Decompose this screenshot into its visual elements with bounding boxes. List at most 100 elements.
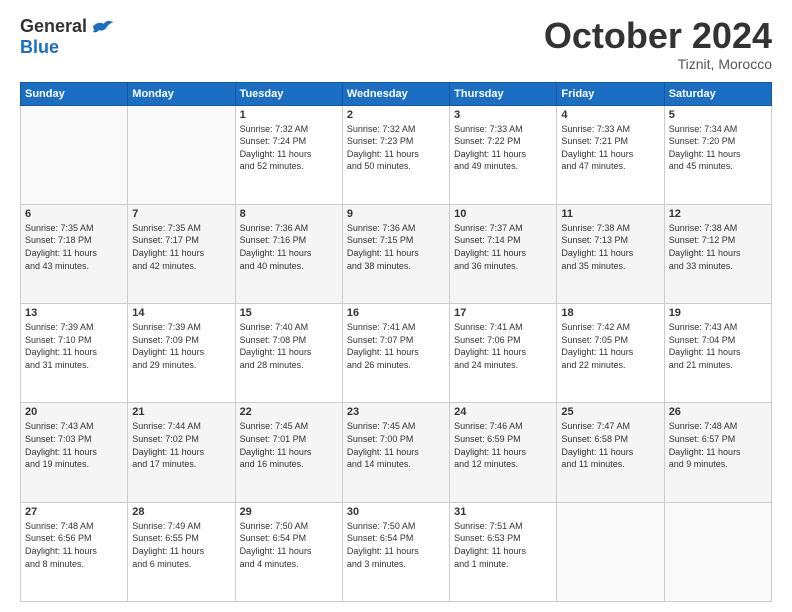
day-info: Sunrise: 7:35 AM Sunset: 7:18 PM Dayligh… bbox=[25, 222, 123, 272]
day-number: 24 bbox=[454, 406, 552, 418]
week-row-5: 27 Sunrise: 7:48 AM Sunset: 6:56 PM Dayli… bbox=[21, 502, 772, 601]
day-info: Sunrise: 7:48 AM Sunset: 6:56 PM Dayligh… bbox=[25, 520, 123, 570]
day-number: 20 bbox=[25, 406, 123, 418]
table-cell bbox=[557, 502, 664, 601]
col-friday: Friday bbox=[557, 82, 664, 105]
day-number: 28 bbox=[132, 506, 230, 518]
col-monday: Monday bbox=[128, 82, 235, 105]
day-info: Sunrise: 7:48 AM Sunset: 6:57 PM Dayligh… bbox=[669, 420, 767, 470]
col-sunday: Sunday bbox=[21, 82, 128, 105]
table-cell: 10 Sunrise: 7:37 AM Sunset: 7:14 PM Dayli… bbox=[450, 204, 557, 303]
logo-bird-icon bbox=[91, 17, 115, 37]
logo: General Blue bbox=[20, 16, 115, 58]
day-number: 22 bbox=[240, 406, 338, 418]
day-info: Sunrise: 7:45 AM Sunset: 7:01 PM Dayligh… bbox=[240, 420, 338, 470]
table-cell: 19Sunrise: 7:43 AM Sunset: 7:04 PM Dayli… bbox=[664, 304, 771, 403]
day-number: 5 bbox=[669, 109, 767, 121]
table-cell: 3 Sunrise: 7:33 AM Sunset: 7:22 PM Daylig… bbox=[450, 105, 557, 204]
day-info: Sunrise: 7:36 AM Sunset: 7:16 PM Dayligh… bbox=[240, 222, 338, 272]
day-number: 29 bbox=[240, 506, 338, 518]
day-number: 2 bbox=[347, 109, 445, 121]
table-cell: 16Sunrise: 7:41 AM Sunset: 7:07 PM Dayli… bbox=[342, 304, 449, 403]
table-cell: 7 Sunrise: 7:35 AM Sunset: 7:17 PM Daylig… bbox=[128, 204, 235, 303]
day-info: Sunrise: 7:50 AM Sunset: 6:54 PM Dayligh… bbox=[240, 520, 338, 570]
header: General Blue October 2024 Tiznit, Morocc… bbox=[20, 16, 772, 72]
day-number: 7 bbox=[132, 208, 230, 220]
table-cell: 30 Sunrise: 7:50 AM Sunset: 6:54 PM Dayli… bbox=[342, 502, 449, 601]
day-info: Sunrise: 7:51 AM Sunset: 6:53 PM Dayligh… bbox=[454, 520, 552, 570]
day-info: Sunrise: 7:32 AM Sunset: 7:23 PM Dayligh… bbox=[347, 123, 445, 173]
day-info: Sunrise: 7:32 AM Sunset: 7:24 PM Dayligh… bbox=[240, 123, 338, 173]
table-cell: 28 Sunrise: 7:49 AM Sunset: 6:55 PM Dayli… bbox=[128, 502, 235, 601]
day-info: Sunrise: 7:36 AM Sunset: 7:15 PM Dayligh… bbox=[347, 222, 445, 272]
table-cell: 14Sunrise: 7:39 AM Sunset: 7:09 PM Dayli… bbox=[128, 304, 235, 403]
week-row-1: 1 Sunrise: 7:32 AM Sunset: 7:24 PM Daylig… bbox=[21, 105, 772, 204]
table-cell: 13Sunrise: 7:39 AM Sunset: 7:10 PM Dayli… bbox=[21, 304, 128, 403]
day-info: Sunrise: 7:38 AM Sunset: 7:12 PM Dayligh… bbox=[669, 222, 767, 272]
day-number: 23 bbox=[347, 406, 445, 418]
day-info: Sunrise: 7:33 AM Sunset: 7:22 PM Dayligh… bbox=[454, 123, 552, 173]
day-info: Sunrise: 7:44 AM Sunset: 7:02 PM Dayligh… bbox=[132, 420, 230, 470]
col-saturday: Saturday bbox=[664, 82, 771, 105]
day-number: 15 bbox=[240, 307, 338, 319]
table-cell: 11Sunrise: 7:38 AM Sunset: 7:13 PM Dayli… bbox=[557, 204, 664, 303]
logo-blue-text: Blue bbox=[20, 37, 59, 58]
table-cell: 25 Sunrise: 7:47 AM Sunset: 6:58 PM Dayli… bbox=[557, 403, 664, 502]
table-cell: 9 Sunrise: 7:36 AM Sunset: 7:15 PM Daylig… bbox=[342, 204, 449, 303]
day-number: 27 bbox=[25, 506, 123, 518]
day-number: 3 bbox=[454, 109, 552, 121]
table-cell: 6Sunrise: 7:35 AM Sunset: 7:18 PM Daylig… bbox=[21, 204, 128, 303]
col-thursday: Thursday bbox=[450, 82, 557, 105]
day-info: Sunrise: 7:43 AM Sunset: 7:03 PM Dayligh… bbox=[25, 420, 123, 470]
table-cell: 27 Sunrise: 7:48 AM Sunset: 6:56 PM Dayli… bbox=[21, 502, 128, 601]
table-cell: 18Sunrise: 7:42 AM Sunset: 7:05 PM Dayli… bbox=[557, 304, 664, 403]
day-number: 4 bbox=[561, 109, 659, 121]
day-number: 31 bbox=[454, 506, 552, 518]
day-number: 13 bbox=[25, 307, 123, 319]
day-info: Sunrise: 7:49 AM Sunset: 6:55 PM Dayligh… bbox=[132, 520, 230, 570]
day-info: Sunrise: 7:39 AM Sunset: 7:09 PM Dayligh… bbox=[132, 321, 230, 371]
col-wednesday: Wednesday bbox=[342, 82, 449, 105]
day-number: 21 bbox=[132, 406, 230, 418]
day-info: Sunrise: 7:46 AM Sunset: 6:59 PM Dayligh… bbox=[454, 420, 552, 470]
day-info: Sunrise: 7:50 AM Sunset: 6:54 PM Dayligh… bbox=[347, 520, 445, 570]
day-number: 9 bbox=[347, 208, 445, 220]
col-tuesday: Tuesday bbox=[235, 82, 342, 105]
day-info: Sunrise: 7:40 AM Sunset: 7:08 PM Dayligh… bbox=[240, 321, 338, 371]
table-cell bbox=[664, 502, 771, 601]
day-info: Sunrise: 7:37 AM Sunset: 7:14 PM Dayligh… bbox=[454, 222, 552, 272]
table-cell bbox=[128, 105, 235, 204]
day-number: 12 bbox=[669, 208, 767, 220]
day-number: 11 bbox=[561, 208, 659, 220]
day-info: Sunrise: 7:35 AM Sunset: 7:17 PM Dayligh… bbox=[132, 222, 230, 272]
table-cell: 5 Sunrise: 7:34 AM Sunset: 7:20 PM Daylig… bbox=[664, 105, 771, 204]
day-number: 26 bbox=[669, 406, 767, 418]
table-cell: 8Sunrise: 7:36 AM Sunset: 7:16 PM Daylig… bbox=[235, 204, 342, 303]
page: General Blue October 2024 Tiznit, Morocc… bbox=[0, 0, 792, 612]
table-cell bbox=[21, 105, 128, 204]
table-cell: 12 Sunrise: 7:38 AM Sunset: 7:12 PM Dayli… bbox=[664, 204, 771, 303]
week-row-3: 13Sunrise: 7:39 AM Sunset: 7:10 PM Dayli… bbox=[21, 304, 772, 403]
table-cell: 22 Sunrise: 7:45 AM Sunset: 7:01 PM Dayli… bbox=[235, 403, 342, 502]
day-number: 1 bbox=[240, 109, 338, 121]
day-number: 25 bbox=[561, 406, 659, 418]
day-info: Sunrise: 7:33 AM Sunset: 7:21 PM Dayligh… bbox=[561, 123, 659, 173]
day-info: Sunrise: 7:34 AM Sunset: 7:20 PM Dayligh… bbox=[669, 123, 767, 173]
day-info: Sunrise: 7:47 AM Sunset: 6:58 PM Dayligh… bbox=[561, 420, 659, 470]
table-cell: 23Sunrise: 7:45 AM Sunset: 7:00 PM Dayli… bbox=[342, 403, 449, 502]
day-number: 19 bbox=[669, 307, 767, 319]
logo-general-text: General bbox=[20, 16, 87, 37]
month-title: October 2024 bbox=[544, 16, 772, 56]
table-cell: 29 Sunrise: 7:50 AM Sunset: 6:54 PM Dayli… bbox=[235, 502, 342, 601]
table-cell: 17Sunrise: 7:41 AM Sunset: 7:06 PM Dayli… bbox=[450, 304, 557, 403]
day-number: 18 bbox=[561, 307, 659, 319]
table-cell: 24 Sunrise: 7:46 AM Sunset: 6:59 PM Dayli… bbox=[450, 403, 557, 502]
day-number: 10 bbox=[454, 208, 552, 220]
week-row-2: 6Sunrise: 7:35 AM Sunset: 7:18 PM Daylig… bbox=[21, 204, 772, 303]
day-number: 16 bbox=[347, 307, 445, 319]
table-cell: 1 Sunrise: 7:32 AM Sunset: 7:24 PM Daylig… bbox=[235, 105, 342, 204]
table-cell: 15 Sunrise: 7:40 AM Sunset: 7:08 PM Dayli… bbox=[235, 304, 342, 403]
table-cell: 21 Sunrise: 7:44 AM Sunset: 7:02 PM Dayli… bbox=[128, 403, 235, 502]
day-number: 30 bbox=[347, 506, 445, 518]
day-info: Sunrise: 7:41 AM Sunset: 7:06 PM Dayligh… bbox=[454, 321, 552, 371]
